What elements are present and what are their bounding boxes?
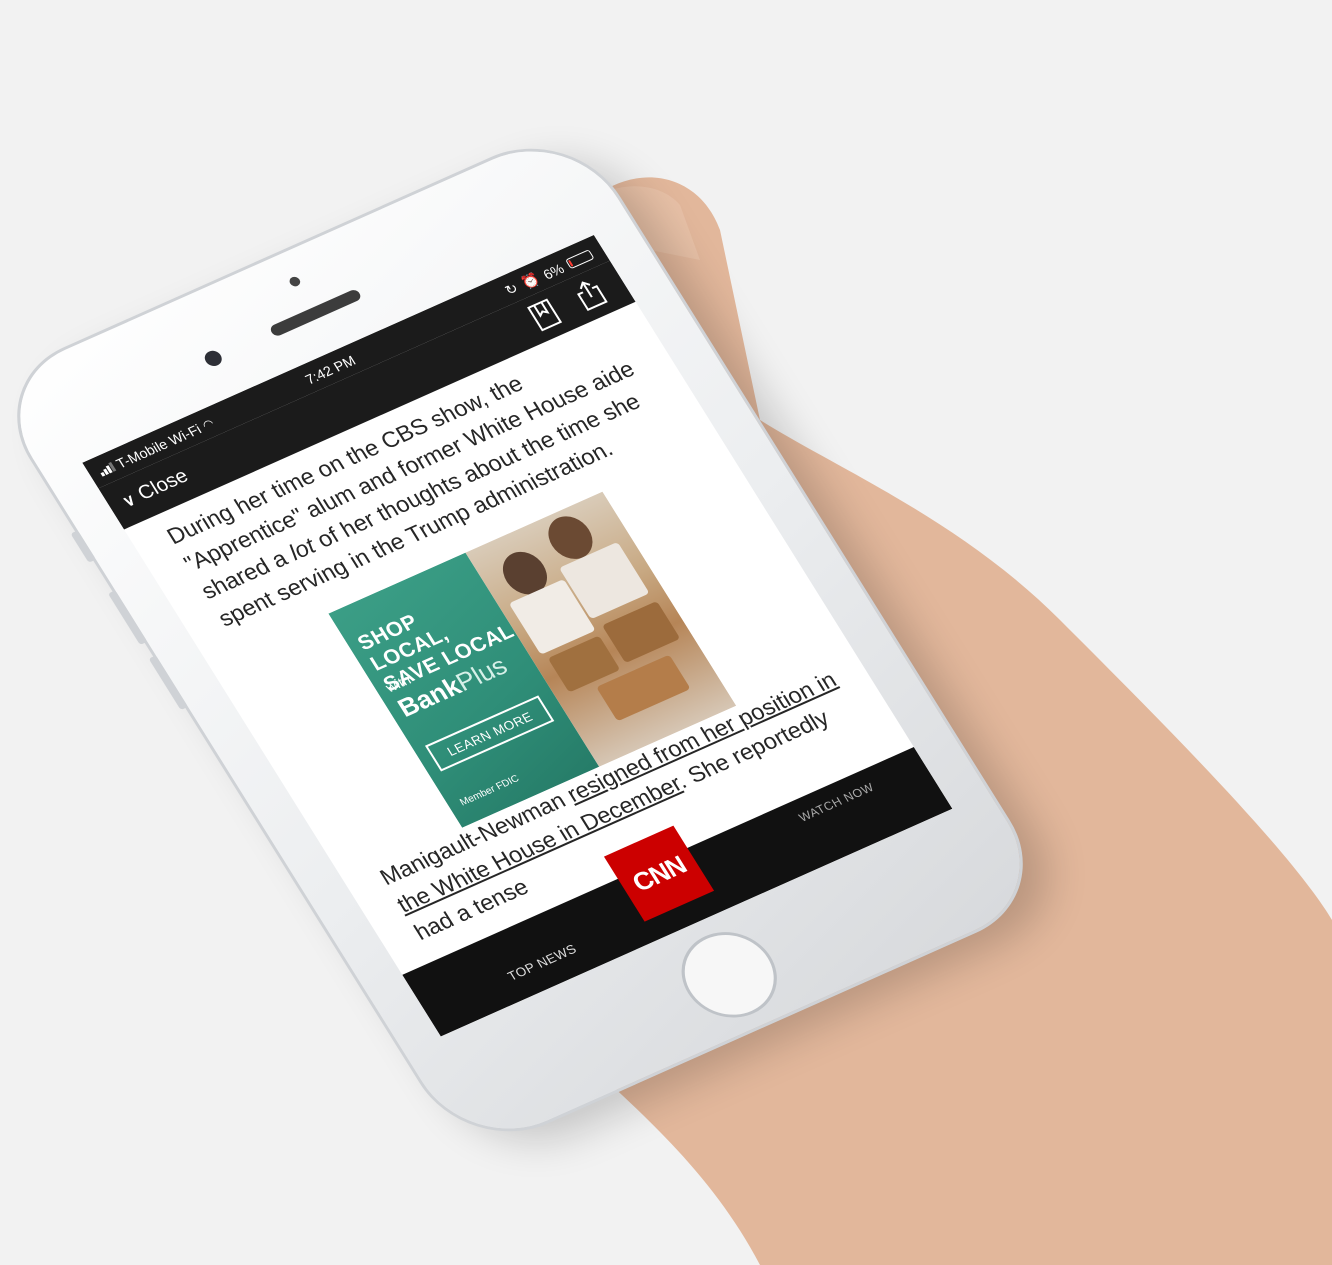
product-photo: T-Mobile Wi-Fi ◠ 7:42 PM ↻ ⏰ 6% ∨ Close <box>0 0 1332 1265</box>
share-icon[interactable] <box>569 275 610 313</box>
battery-fill <box>567 259 574 267</box>
orientation-lock-icon: ↻ <box>501 279 522 299</box>
alarm-icon: ⏰ <box>518 270 543 292</box>
cnn-logo-text: CNN <box>626 849 692 897</box>
battery-icon <box>565 249 595 270</box>
top-news-tab[interactable]: TOP NEWS <box>505 941 580 983</box>
wifi-icon: ◠ <box>199 416 217 433</box>
close-label: Close <box>133 464 193 505</box>
battery-percent: 6% <box>539 260 567 283</box>
signal-icon <box>97 461 117 477</box>
chevron-down-icon: ∨ <box>119 491 140 511</box>
pastry-tray <box>601 600 681 664</box>
bookmark-icon[interactable] <box>525 297 565 333</box>
